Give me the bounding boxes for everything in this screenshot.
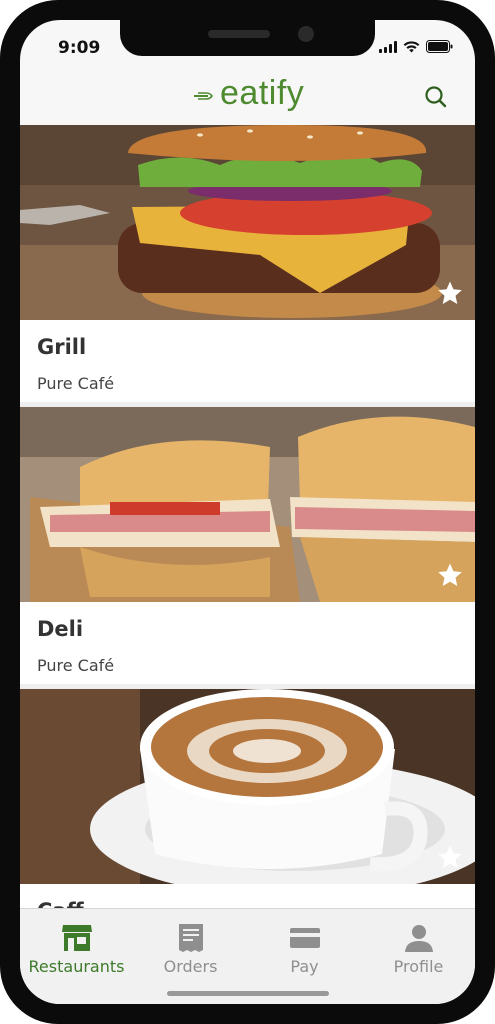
restaurant-name: Caff bbox=[37, 899, 84, 908]
speaker-grille bbox=[208, 30, 270, 38]
sandwich-photo[interactable] bbox=[20, 407, 475, 602]
restaurant-feed[interactable]: Grill Pure Café Deli Pure Café bbox=[20, 125, 475, 908]
fork-logo-icon bbox=[194, 91, 213, 100]
home-indicator[interactable] bbox=[167, 991, 329, 996]
front-camera bbox=[298, 26, 314, 42]
phone-frame: 9:09 eatify Grill Pure Café Deli Pure Ca… bbox=[0, 0, 495, 1024]
storefront-icon bbox=[61, 925, 92, 951]
battery-icon bbox=[426, 40, 453, 53]
tab-label: Orders bbox=[163, 957, 218, 976]
tab-profile[interactable]: Profile bbox=[362, 909, 475, 979]
signal-icon bbox=[379, 40, 397, 53]
tab-bar: Restaurants Orders Pay Profile bbox=[20, 908, 475, 1004]
burger-photo[interactable] bbox=[20, 125, 475, 320]
search-icon[interactable] bbox=[423, 84, 449, 110]
app-logo[interactable]: eatify bbox=[192, 74, 304, 113]
star-icon[interactable] bbox=[437, 280, 463, 306]
tab-label: Restaurants bbox=[28, 957, 125, 976]
wifi-icon bbox=[403, 40, 420, 52]
tab-restaurants[interactable]: Restaurants bbox=[20, 909, 133, 979]
restaurant-location: Pure Café bbox=[37, 374, 115, 393]
status-icons bbox=[379, 40, 453, 53]
device-notch bbox=[120, 20, 375, 56]
tab-label: Profile bbox=[393, 957, 444, 976]
restaurant-location: Pure Café bbox=[37, 656, 115, 675]
star-icon[interactable] bbox=[437, 562, 463, 588]
star-icon[interactable] bbox=[437, 844, 463, 870]
coffee-photo[interactable] bbox=[20, 689, 475, 884]
card-icon bbox=[289, 928, 320, 948]
app-screen: 9:09 eatify Grill Pure Café Deli Pure Ca… bbox=[20, 20, 475, 1004]
restaurant-card[interactable]: Grill Pure Café bbox=[20, 125, 475, 402]
tab-pay[interactable]: Pay bbox=[248, 909, 361, 979]
restaurant-card[interactable]: Deli Pure Café bbox=[20, 407, 475, 684]
tab-orders[interactable]: Orders bbox=[134, 909, 247, 979]
restaurant-name: Deli bbox=[37, 617, 84, 641]
logo-text: eatify bbox=[220, 74, 305, 112]
restaurant-card[interactable]: Caff bbox=[20, 689, 475, 908]
tab-label: Pay bbox=[290, 957, 319, 976]
person-icon bbox=[404, 925, 433, 952]
receipt-icon bbox=[178, 924, 203, 952]
restaurant-name: Grill bbox=[37, 335, 87, 359]
app-header: eatify bbox=[20, 64, 475, 125]
status-time: 9:09 bbox=[58, 38, 101, 58]
